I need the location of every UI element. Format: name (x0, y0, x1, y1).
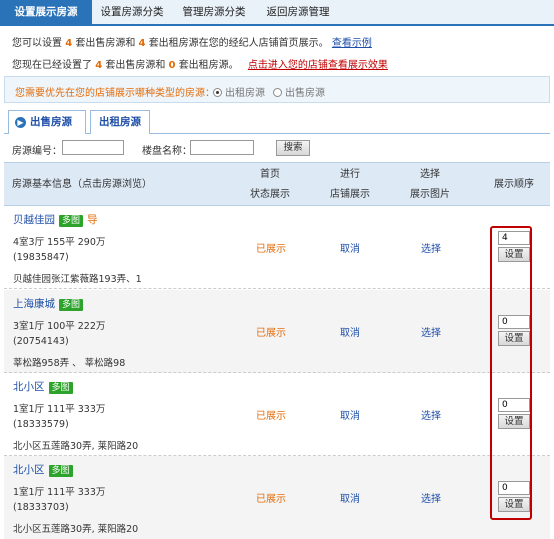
listing-tag: 导 (87, 214, 98, 226)
info-text: 您现在已经设置了 (12, 60, 92, 71)
display-status: 已展示 (256, 411, 286, 422)
multi-image-badge: 多图 (48, 465, 73, 477)
listing-address: 北小区五莲路30弄, 莱阳路20 (13, 524, 139, 535)
display-order-input[interactable] (498, 315, 530, 329)
info-text: 套出租房源。 (178, 60, 239, 71)
listing-address: 北小区五莲路30弄, 莱阳路20 (13, 441, 139, 452)
col-homepage-line2: 状态展示 (250, 189, 290, 200)
listing-id: (18333703) (13, 502, 69, 513)
table-row: 贝越佳园 多图导 4室3厅 155平 290万 (19835847) 贝越佳园张江… (4, 206, 550, 289)
listing-specs: 4室3厅 155平 290万 (13, 237, 106, 248)
info-text: 您可以设置 (12, 38, 62, 49)
listing-address: 莘松路958弄 、 莘松路98 (13, 358, 126, 369)
table-row: 上海康城 多图 3室1厅 100平 222万 (20754143) 莘松路958弄… (4, 290, 550, 373)
set-order-button[interactable]: 设置 (498, 331, 530, 346)
listing-id: (19835847) (13, 252, 69, 263)
listing-specs: 3室1厅 100平 222万 (13, 321, 106, 332)
sale-set-count: 4 (95, 60, 103, 71)
listing-id-input[interactable] (62, 140, 124, 155)
radio-sale-listings[interactable]: 出售房源 (273, 84, 325, 99)
listing-name[interactable]: 上海康城 (13, 298, 55, 310)
estate-name-label: 楼盘名称： (142, 146, 192, 157)
display-order-input[interactable] (498, 481, 530, 495)
multi-image-badge: 多图 (59, 215, 84, 227)
col-homepage-line1: 首页 (260, 169, 280, 180)
table-header: 房源基本信息（点击房源浏览） 首页 状态展示 进行 店铺展示 选择 展示图片 展… (4, 162, 550, 206)
cancel-display-link[interactable]: 取消 (340, 324, 360, 339)
tab-sale-listings[interactable]: ▶ 出售房源 (8, 110, 86, 134)
search-button[interactable]: 搜索 (276, 140, 310, 156)
choose-image-link[interactable]: 选择 (421, 240, 441, 255)
listing-id: (20754143) (13, 336, 69, 347)
listing-id-label: 房源编号： (12, 146, 62, 157)
radio-unselected-icon (273, 88, 282, 97)
info-line-current: 您现在已经设置了 4 套出售房源和 0 套出租房源。 点击进入您的店铺查看展示效… (12, 56, 388, 71)
tab-rent-listings[interactable]: 出租房源 (90, 110, 150, 134)
multi-image-badge: 多图 (59, 299, 84, 311)
preference-question: 您需要优先在您的店铺展示哪种类型的房源： (15, 88, 215, 99)
set-order-button[interactable]: 设置 (498, 414, 530, 429)
cancel-display-link[interactable]: 取消 (340, 240, 360, 255)
rent-allowance-count: 4 (138, 38, 146, 49)
listing-name-link[interactable]: 北小区 多图 (13, 462, 73, 477)
display-status: 已展示 (256, 494, 286, 505)
tab-back-to-listing-management[interactable]: 返回房源管理 (256, 0, 340, 24)
listing-name-link[interactable]: 上海康城 多图 (13, 296, 84, 311)
tab-label: 出售房源 (30, 116, 72, 128)
col-store-line1: 进行 (340, 169, 360, 180)
cancel-display-link[interactable]: 取消 (340, 490, 360, 505)
set-order-button[interactable]: 设置 (498, 497, 530, 512)
table-row: 北小区 多图 1室1厅 111平 333万 (18333703) 北小区五莲路30… (4, 456, 550, 539)
choose-image-link[interactable]: 选择 (421, 490, 441, 505)
rent-set-count: 0 (168, 60, 176, 71)
col-display-order: 展示顺序 (494, 179, 534, 190)
tab-manage-listing-categories[interactable]: 管理房源分类 (172, 0, 256, 24)
search-bar: 房源编号： 楼盘名称： 搜索 (4, 134, 550, 162)
arrow-right-icon: ▶ (15, 117, 26, 128)
display-status: 已展示 (256, 328, 286, 339)
choose-image-link[interactable]: 选择 (421, 324, 441, 339)
listing-type-tabs: ▶ 出售房源 出租房源 (4, 110, 550, 134)
table-row: 北小区 多图 1室1厅 111平 333万 (18333579) 北小区五莲路30… (4, 373, 550, 456)
listing-specs: 1室1厅 111平 333万 (13, 487, 106, 498)
col-image-line2: 展示图片 (410, 189, 450, 200)
sale-allowance-count: 4 (65, 38, 73, 49)
listing-name-link[interactable]: 贝越佳园 多图导 (13, 212, 98, 227)
tab-set-display-listings[interactable]: 设置展示房源 (0, 0, 92, 24)
listing-name[interactable]: 北小区 (13, 381, 45, 393)
listing-name-link[interactable]: 北小区 多图 (13, 379, 73, 394)
radio-rent-listings[interactable]: 出租房源 (213, 84, 265, 99)
radio-label: 出租房源 (225, 88, 265, 99)
info-text: 套出租房源在您的经纪人店铺首页展示。 (148, 38, 329, 49)
col-store-line2: 店铺展示 (330, 189, 370, 200)
view-store-link[interactable]: 点击进入您的店铺查看展示效果 (248, 60, 388, 71)
display-preference-box: 您需要优先在您的店铺展示哪种类型的房源： 出租房源 出售房源 (4, 76, 550, 103)
cancel-display-link[interactable]: 取消 (340, 407, 360, 422)
choose-image-link[interactable]: 选择 (421, 407, 441, 422)
tab-set-listing-categories[interactable]: 设置房源分类 (92, 0, 172, 24)
display-order-input[interactable] (498, 398, 530, 412)
view-example-link[interactable]: 查看示例 (332, 38, 372, 49)
tab-label: 出租房源 (99, 116, 141, 128)
listing-name[interactable]: 贝越佳园 (13, 214, 55, 226)
listing-id: (18333579) (13, 419, 69, 430)
col-image-line1: 选择 (420, 169, 440, 180)
radio-selected-icon (213, 88, 222, 97)
info-text: 套出售房源和 (75, 38, 136, 49)
info-text: 套出售房源和 (105, 60, 166, 71)
set-order-button[interactable]: 设置 (498, 247, 530, 262)
top-navigation: 设置展示房源 设置房源分类 管理房源分类 返回房源管理 (0, 0, 554, 26)
listing-address: 贝越佳园张江紫薇路193弄、1 (13, 274, 142, 285)
listing-specs: 1室1厅 111平 333万 (13, 404, 106, 415)
info-line-allowance: 您可以设置 4 套出售房源和 4 套出租房源在您的经纪人店铺首页展示。 查看示例 (12, 34, 372, 49)
multi-image-badge: 多图 (48, 382, 73, 394)
radio-label: 出售房源 (285, 88, 325, 99)
estate-name-input[interactable] (190, 140, 254, 155)
listing-name[interactable]: 北小区 (13, 464, 45, 476)
col-basic-info: 房源基本信息（点击房源浏览） (12, 179, 152, 190)
display-status: 已展示 (256, 244, 286, 255)
display-order-input[interactable] (498, 231, 530, 245)
